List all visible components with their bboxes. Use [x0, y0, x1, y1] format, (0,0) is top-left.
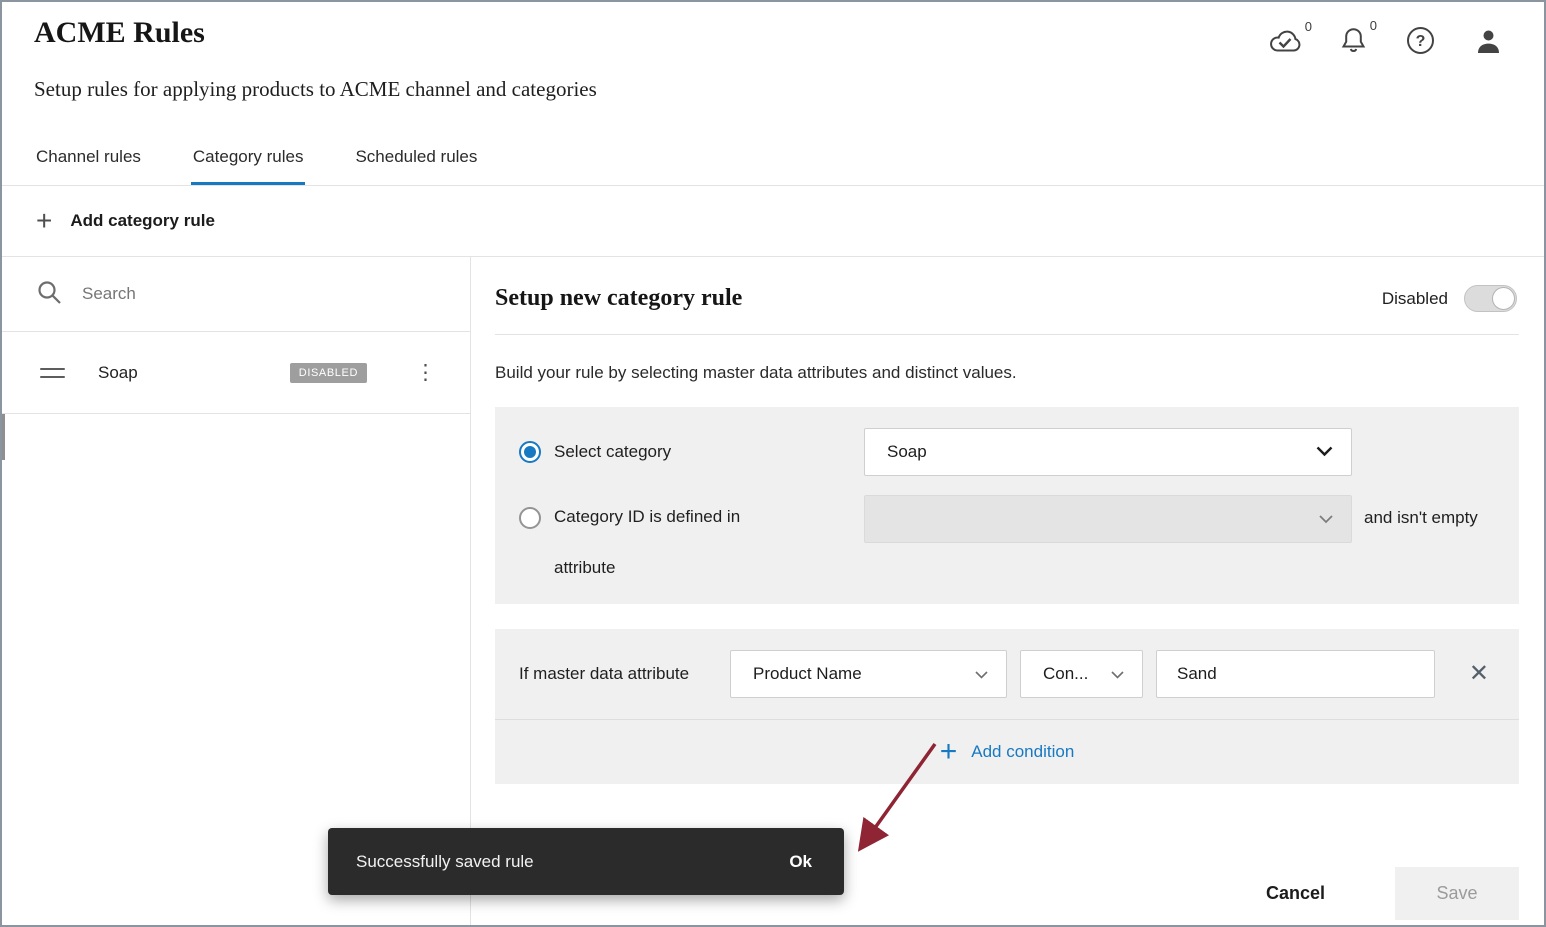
help-icon[interactable]: ? [1406, 26, 1435, 55]
chevron-down-icon [975, 664, 988, 684]
condition-attribute-value: Product Name [753, 664, 862, 684]
condition-value-input[interactable] [1156, 650, 1435, 698]
notifications-bell-icon[interactable]: 0 [1341, 27, 1366, 54]
disabled-toggle[interactable] [1464, 285, 1517, 312]
header: ACME Rules 0 0 ? Setup rules for applyin… [2, 2, 1544, 185]
isnt-empty-suffix: and isn't empty [1364, 495, 1478, 528]
chevron-down-icon [1319, 509, 1333, 529]
save-button[interactable]: Save [1395, 867, 1519, 920]
remove-condition-icon[interactable]: ✕ [1463, 660, 1495, 688]
disabled-toggle-label: Disabled [1382, 289, 1448, 309]
tab-channel-rules[interactable]: Channel rules [34, 147, 143, 185]
notifications-count-badge: 0 [1370, 18, 1377, 33]
rule-description: Build your rule by selecting master data… [495, 363, 1519, 383]
attribute-select-disabled[interactable] [864, 495, 1352, 543]
category-select[interactable]: Soap [864, 428, 1352, 476]
rules-list-panel: Soap DISABLED ⋮ [2, 257, 471, 927]
rule-editor-panel: Setup new category rule Disabled Build y… [471, 257, 1544, 927]
tab-scheduled-rules[interactable]: Scheduled rules [353, 147, 479, 185]
condition-box: If master data attribute Product Name Co… [495, 629, 1519, 784]
app-window: ACME Rules 0 0 ? Setup rules for applyin… [0, 0, 1546, 927]
rule-list-item-soap[interactable]: Soap DISABLED ⋮ [2, 332, 470, 414]
user-profile-icon[interactable] [1475, 28, 1502, 54]
status-badge: DISABLED [290, 363, 367, 383]
category-id-label: Category ID is defined in attribute [554, 507, 740, 578]
toast-notification: Successfully saved rule Ok [328, 828, 844, 895]
kebab-menu-icon[interactable]: ⋮ [409, 358, 442, 387]
category-selection-box: Select category Soap Category ID is defi… [495, 407, 1519, 604]
svg-text:?: ? [1416, 33, 1426, 50]
select-category-row: Select category Soap [519, 428, 1495, 476]
rule-editor-title: Setup new category rule [495, 285, 742, 312]
category-id-attribute-row: Category ID is defined in attribute and … [519, 495, 1495, 578]
condition-row: If master data attribute Product Name Co… [495, 629, 1519, 719]
select-category-label: Select category [554, 442, 671, 462]
condition-operator-value: Con... [1043, 664, 1088, 684]
tasks-count-badge: 0 [1305, 19, 1312, 34]
cancel-button[interactable]: Cancel [1266, 883, 1325, 904]
search-input[interactable] [82, 284, 412, 304]
page-title: ACME Rules [34, 16, 205, 50]
add-condition-button[interactable]: + Add condition [495, 720, 1519, 784]
plus-icon: + [36, 207, 52, 235]
add-condition-label: Add condition [971, 742, 1074, 762]
toast-ok-button[interactable]: Ok [789, 852, 812, 872]
add-category-rule-label: Add category rule [70, 211, 215, 231]
search-icon [36, 279, 62, 310]
tasks-cloud-icon[interactable]: 0 [1268, 28, 1301, 53]
select-category-radio[interactable] [519, 441, 541, 463]
chevron-down-icon [1111, 664, 1124, 684]
category-select-value: Soap [887, 442, 927, 462]
rule-name: Soap [98, 363, 138, 383]
toggle-knob [1492, 287, 1515, 310]
chevron-down-icon [1316, 442, 1333, 462]
footer-actions: Cancel Save [1266, 867, 1519, 920]
add-category-rule-button[interactable]: + Add category rule [2, 185, 1544, 257]
tab-bar: Channel rules Category rules Scheduled r… [34, 147, 479, 185]
condition-attribute-select[interactable]: Product Name [730, 650, 1007, 698]
scrollbar-thumb[interactable] [2, 414, 5, 460]
condition-operator-select[interactable]: Con... [1020, 650, 1143, 698]
drag-handle-icon[interactable] [40, 368, 65, 378]
page-subtitle: Setup rules for applying products to ACM… [34, 77, 1512, 102]
header-icon-bar: 0 0 ? [1268, 26, 1502, 55]
condition-prefix-label: If master data attribute [519, 664, 717, 684]
toast-message: Successfully saved rule [356, 852, 534, 872]
plus-icon: + [940, 737, 958, 767]
search-row [2, 257, 470, 332]
tab-category-rules[interactable]: Category rules [191, 147, 306, 185]
category-id-radio[interactable] [519, 507, 541, 529]
